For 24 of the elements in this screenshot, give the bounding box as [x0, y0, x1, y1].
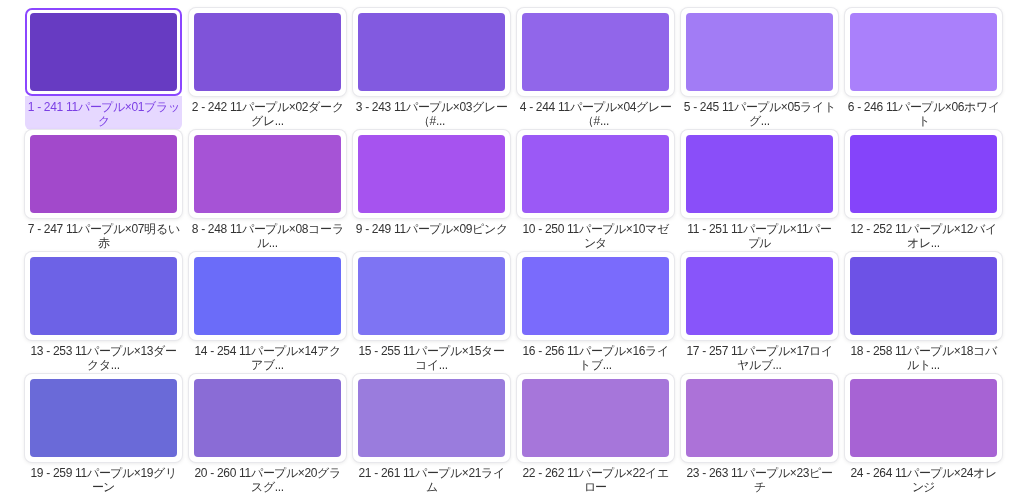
swatch-label: 24 - 264 11パープル×24オレンジ: [849, 465, 998, 496]
swatch-label: 4 - 244 11パープル×04グレー（#...: [518, 99, 673, 130]
swatch-label: 6 - 246 11パープル×06ホワイト: [846, 99, 1001, 130]
swatch-label: 3 - 243 11パープル×03グレー（#...: [354, 99, 509, 130]
swatch-label: 23 - 263 11パープル×23ピーチ: [685, 465, 834, 496]
swatch-label: 5 - 245 11パープル×05ライトグ...: [682, 99, 837, 130]
swatch-label: 14 - 254 11パープル×14アクアブ...: [193, 343, 342, 374]
swatch-label: 18 - 258 11パープル×18コバルト...: [849, 343, 998, 374]
swatch-label: 17 - 257 11パープル×17ロイヤルブ...: [685, 343, 834, 374]
swatch-label: 2 - 242 11パープル×02ダークグレ...: [190, 99, 345, 130]
swatch-label: 7 - 247 11パープル×07明るい赤: [26, 221, 181, 252]
swatch-label: 21 - 261 11パープル×21ライム: [357, 465, 506, 496]
swatch-label: 10 - 250 11パープル×10マゼンタ: [521, 221, 670, 252]
swatch-label: 16 - 256 11パープル×16ライトブ...: [521, 343, 670, 374]
swatch-label: 13 - 253 11パープル×13ダークタ...: [29, 343, 178, 374]
swatch-label: 20 - 260 11パープル×20グラスグ...: [193, 465, 342, 496]
swatch-label: 15 - 255 11パープル×15ターコイ...: [357, 343, 506, 374]
swatch-label: 19 - 259 11パープル×19グリーン: [29, 465, 178, 496]
swatch-label: 11 - 251 11パープル×11パープル: [686, 221, 833, 252]
swatch-label: 22 - 262 11パープル×22イエロー: [521, 465, 670, 496]
swatch-label: 12 - 252 11パープル×12バイオレ...: [849, 221, 998, 252]
swatch-label: 1 - 241 11パープル×01ブラック: [25, 96, 182, 130]
swatch-label: 8 - 248 11パープル×08コーラル...: [190, 221, 345, 252]
swatch-label: 9 - 249 11パープル×09ピンク: [354, 221, 509, 238]
